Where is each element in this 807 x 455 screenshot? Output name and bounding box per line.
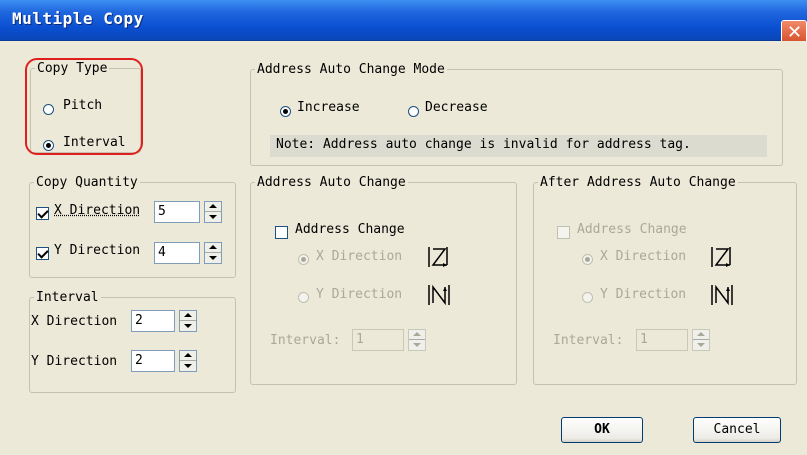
spin-up-icon[interactable] <box>180 351 196 361</box>
interval-legend: Interval <box>36 290 99 305</box>
spin-down-icon[interactable] <box>693 340 709 350</box>
spin-down-icon[interactable] <box>205 212 221 222</box>
window-title: Multiple Copy <box>12 9 144 28</box>
addr-interval-spinner[interactable] <box>408 329 426 351</box>
after-change-label[interactable]: Address Change <box>577 222 687 237</box>
ok-button[interactable]: OK <box>561 417 643 443</box>
spin-down-icon[interactable] <box>205 253 221 263</box>
y-quantity-spinner[interactable] <box>204 242 222 264</box>
after-change-legend: After Address Auto Change <box>540 175 736 190</box>
address-change-legend: Address Auto Change <box>257 175 406 190</box>
copy-type-highlight <box>25 58 143 155</box>
addr-interval-input[interactable]: 1 <box>352 329 404 351</box>
address-note-text: Note: Address auto change is invalid for… <box>276 137 691 152</box>
after-interval-input[interactable]: 1 <box>636 329 688 351</box>
decrease-radio[interactable] <box>408 106 419 117</box>
after-change-group: After Address Auto Change <box>533 175 797 385</box>
x-quantity-spinner[interactable] <box>204 201 222 223</box>
x-quantity-checkbox[interactable] <box>36 207 49 220</box>
after-x-label[interactable]: X Direction <box>600 249 686 264</box>
y-interval-label: Y Direction <box>31 354 118 369</box>
x-interval-spinner[interactable] <box>179 310 197 332</box>
address-change-label[interactable]: Address Change <box>295 222 405 237</box>
spin-up-icon[interactable] <box>180 311 196 321</box>
addr-y-label[interactable]: Y Direction <box>316 287 402 302</box>
spin-up-icon[interactable] <box>205 202 221 212</box>
after-x-radio[interactable] <box>582 254 593 265</box>
addr-y-radio[interactable] <box>298 292 309 303</box>
z-direction-icon <box>428 247 448 267</box>
x-quantity-input[interactable]: 5 <box>154 201 200 223</box>
after-change-checkbox[interactable] <box>557 226 570 239</box>
x-interval-input[interactable]: 2 <box>131 310 175 332</box>
address-change-checkbox[interactable] <box>275 226 288 239</box>
n-direction-icon <box>428 284 450 306</box>
spin-up-icon[interactable] <box>693 330 709 340</box>
address-change-group: Address Auto Change <box>250 175 517 385</box>
after-y-label[interactable]: Y Direction <box>600 287 686 302</box>
x-quantity-label[interactable]: X Direction <box>54 203 140 218</box>
spin-down-icon[interactable] <box>409 340 425 350</box>
y-interval-input[interactable]: 2 <box>131 350 175 372</box>
addr-interval-label: Interval: <box>270 333 341 348</box>
after-interval-label: Interval: <box>553 333 624 348</box>
spin-down-icon[interactable] <box>180 361 196 371</box>
n-direction-icon <box>711 284 733 306</box>
title-bar: Multiple Copy <box>0 0 807 41</box>
y-quantity-input[interactable]: 4 <box>154 242 200 264</box>
x-interval-label: X Direction <box>31 314 118 329</box>
increase-radio[interactable] <box>280 106 291 117</box>
interval-group: Interval <box>29 290 236 393</box>
increase-label[interactable]: Increase <box>297 100 360 115</box>
cancel-button[interactable]: Cancel <box>693 417 781 443</box>
z-direction-icon <box>711 247 731 267</box>
decrease-label[interactable]: Decrease <box>425 100 488 115</box>
spin-up-icon[interactable] <box>205 243 221 253</box>
after-interval-spinner[interactable] <box>692 329 710 351</box>
y-quantity-label[interactable]: Y Direction <box>54 243 140 258</box>
address-note: Note: Address auto change is invalid for… <box>270 135 767 157</box>
spin-down-icon[interactable] <box>180 321 196 331</box>
copy-quantity-legend: Copy Quantity <box>36 175 138 190</box>
address-mode-legend: Address Auto Change Mode <box>257 62 445 77</box>
addr-x-radio[interactable] <box>298 254 309 265</box>
after-y-radio[interactable] <box>582 292 593 303</box>
y-interval-spinner[interactable] <box>179 350 197 372</box>
y-quantity-checkbox[interactable] <box>36 247 49 260</box>
spin-up-icon[interactable] <box>409 330 425 340</box>
addr-x-label[interactable]: X Direction <box>316 249 402 264</box>
